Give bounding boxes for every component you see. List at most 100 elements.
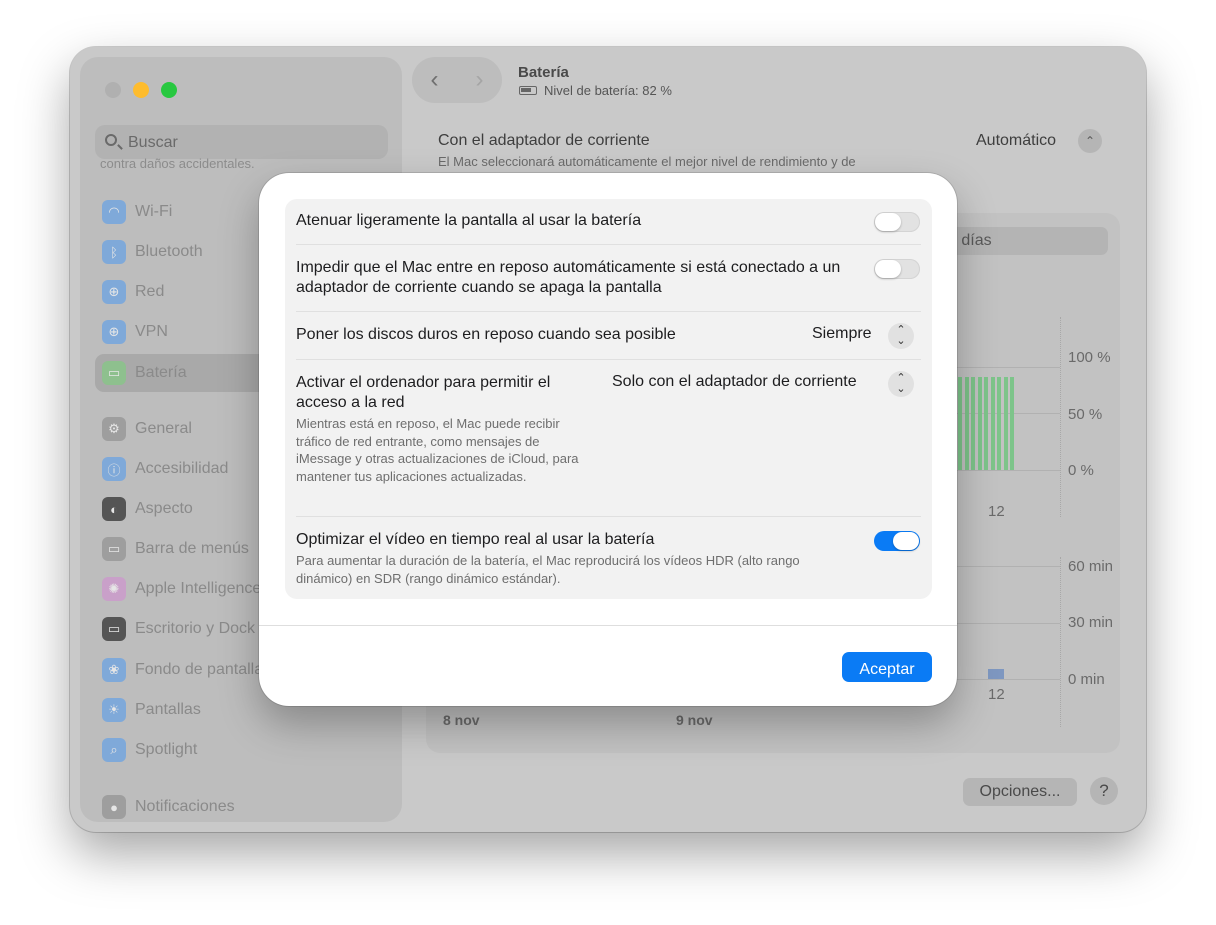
wake-network-select[interactable]: Solo con el adaptador de corriente: [612, 373, 857, 391]
y-tick-label: 0 min: [1068, 671, 1105, 688]
navigation-buttons: ‹ ›: [412, 57, 502, 103]
close-button[interactable]: [105, 82, 121, 98]
divider: [296, 359, 921, 360]
appearance-icon: ◐: [102, 497, 126, 521]
gridline: [950, 470, 1060, 471]
battery-level-bar: [964, 377, 969, 470]
zoom-button[interactable]: [161, 82, 177, 98]
notification-icon: ●: [102, 795, 126, 819]
accessibility-icon: ⓘ: [102, 457, 126, 481]
sidebar-item-label: Accesibilidad: [135, 460, 229, 477]
battery-level-bar: [977, 377, 982, 470]
sidebar-item-label: Aspecto: [135, 500, 193, 517]
sidebar-item-label: Barra de menús: [135, 540, 249, 557]
disk-sleep-select[interactable]: Siempre: [812, 325, 872, 343]
range-tab[interactable]: 0 días: [938, 227, 1108, 255]
sidebar-item-label: Spotlight: [135, 741, 198, 758]
date-label: 8 nov: [443, 712, 480, 728]
dialog-divider: [259, 625, 957, 626]
chevron-right-icon[interactable]: ›: [457, 66, 502, 94]
divider: [296, 244, 921, 245]
dock-icon: ▭: [102, 617, 126, 641]
battery-level-bar: [971, 377, 975, 470]
options-button[interactable]: Opciones...: [963, 778, 1077, 806]
sidebar-item-notificaciones[interactable]: ● Notificaciones: [95, 788, 395, 826]
adapter-label: Con el adaptador de corriente: [438, 132, 650, 149]
intelligence-icon: ✺: [102, 577, 126, 601]
sidebar-item-label: Apple Intelligence: [135, 580, 262, 597]
search-ghost-text: contra daños accidentales.: [100, 156, 255, 171]
vertical-gridline: [1060, 317, 1061, 517]
battery-options-dialog: Atenuar ligeramente la pantalla al usar …: [259, 173, 957, 706]
y-tick-label: 100 %: [1068, 349, 1111, 366]
row-dim-display: Atenuar ligeramente la pantalla al usar …: [296, 211, 921, 231]
adapter-mode-select[interactable]: Automático: [976, 132, 1056, 150]
battery-level-text: Nivel de batería: 82 %: [544, 83, 672, 98]
battery-level-bar: [958, 377, 962, 470]
sidebar-item-label: General: [135, 420, 192, 437]
battery-level-bar: [1003, 377, 1008, 470]
minimize-button[interactable]: [133, 82, 149, 98]
chevron-left-icon[interactable]: ‹: [412, 66, 457, 94]
gridline: [950, 623, 1060, 624]
divider: [296, 311, 921, 312]
wifi-icon: ◠: [102, 200, 126, 224]
accept-button[interactable]: Aceptar: [842, 652, 932, 682]
sidebar-item-label: Fondo de pantalla: [135, 661, 264, 678]
date-label: 9 nov: [676, 712, 713, 728]
row-optimize-video: Optimizar el vídeo en tiempo real al usa…: [296, 530, 856, 587]
optimize-video-toggle[interactable]: [874, 531, 920, 551]
sidebar-item-label: Wi-Fi: [135, 203, 173, 220]
row-label: Impedir que el Mac entre en reposo autom…: [296, 259, 841, 296]
y-tick-label: 0 %: [1068, 462, 1094, 479]
row-description: Mientras está en reposo, el Mac puede re…: [296, 416, 579, 484]
disk-sleep-stepper-icon[interactable]: ⌃ ⌄: [888, 323, 914, 349]
adapter-description: El Mac seleccionará automáticamente el m…: [438, 154, 856, 169]
battery-icon: ▭: [102, 361, 126, 385]
battery-level-icon: [519, 86, 537, 95]
x-tick-label: 12: [988, 503, 1005, 520]
row-label: Atenuar ligeramente la pantalla al usar …: [296, 212, 642, 229]
battery-level: Nivel de batería: 82 %: [519, 83, 672, 98]
spotlight-icon: ⌕: [102, 738, 126, 762]
battery-level-bar: [997, 377, 1001, 470]
battery-level-bar: [990, 377, 995, 470]
wake-network-stepper-icon[interactable]: ⌃ ⌄: [888, 371, 914, 397]
search-icon: [105, 134, 117, 146]
vertical-gridline: [1060, 557, 1061, 727]
menubar-icon: ▭: [102, 537, 126, 561]
y-tick-label: 60 min: [1068, 558, 1114, 575]
x-tick-label: 12: [988, 686, 1005, 703]
sidebar-item-label: Pantallas: [135, 701, 201, 718]
globe-icon: ⊕: [102, 280, 126, 304]
sidebar-item-label: Bluetooth: [135, 243, 203, 260]
battery-level-bar: [1010, 377, 1014, 470]
sidebar-item-spotlight[interactable]: ⌕ Spotlight: [95, 731, 395, 769]
gear-icon: ⚙: [102, 417, 126, 441]
sidebar-item-label: VPN: [135, 323, 168, 340]
search-placeholder: Buscar: [128, 134, 178, 151]
row-prevent-sleep: Impedir que el Mac entre en reposo autom…: [296, 258, 866, 298]
sidebar-item-label: Notificaciones: [135, 798, 235, 815]
sidebar-item-label: Batería: [135, 364, 187, 381]
display-icon: ☀: [102, 698, 126, 722]
row-label: Activar el ordenador para permitir el ac…: [296, 374, 551, 411]
row-label: Optimizar el vídeo en tiempo real al usa…: [296, 531, 655, 548]
usage-bar: [988, 669, 1004, 679]
wallpaper-icon: ❀: [102, 658, 126, 682]
row-wake-network: Activar el ordenador para permitir el ac…: [296, 373, 581, 485]
y-tick-label: 50 %: [1068, 406, 1103, 423]
sidebar-item-label: Red: [135, 283, 165, 300]
page-title: Batería: [518, 64, 569, 81]
row-description: Para aumentar la duración de la batería,…: [296, 553, 800, 586]
search-input[interactable]: Buscar: [95, 125, 388, 159]
adapter-stepper-icon[interactable]: ⌃: [1078, 129, 1102, 153]
prevent-sleep-toggle[interactable]: [874, 259, 920, 279]
dim-display-toggle[interactable]: [874, 212, 920, 232]
gridline: [950, 566, 1060, 567]
bluetooth-icon: ᛒ: [102, 240, 126, 264]
options-group: Atenuar ligeramente la pantalla al usar …: [285, 199, 932, 599]
sidebar-item-label: Escritorio y Dock: [135, 620, 256, 637]
help-button[interactable]: ?: [1090, 777, 1118, 805]
gridline: [950, 367, 1060, 368]
